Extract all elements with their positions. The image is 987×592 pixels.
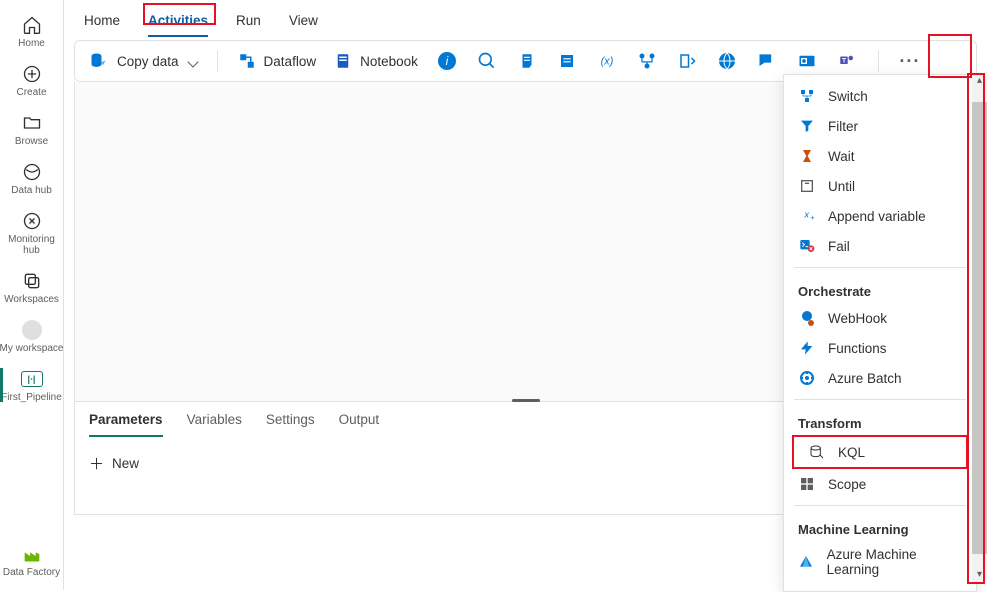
svg-text:(x): (x): [601, 55, 614, 67]
switch-icon: [798, 87, 816, 105]
menu-home[interactable]: Home: [84, 7, 120, 36]
nav-pipeline[interactable]: |⋅| First_Pipeline: [0, 362, 64, 411]
info-icon[interactable]: i: [436, 50, 458, 72]
web-icon[interactable]: [716, 50, 738, 72]
outlook-icon[interactable]: [796, 50, 818, 72]
plus-circle-icon: [21, 63, 43, 85]
dd-azure-batch[interactable]: Azure Batch: [784, 363, 976, 393]
scroll-thumb[interactable]: [972, 102, 987, 554]
tab-parameters[interactable]: Parameters: [89, 412, 163, 437]
nav-factory[interactable]: Data Factory: [0, 539, 64, 590]
lookup-icon[interactable]: [476, 50, 498, 72]
teams-channel-icon[interactable]: [756, 50, 778, 72]
script-icon[interactable]: [516, 50, 538, 72]
left-nav: Home Create Browse Data hub Monitoring h…: [0, 0, 64, 590]
dd-azure-ml[interactable]: Azure Machine Learning: [784, 541, 976, 583]
dd-head-transform: Transform: [784, 406, 976, 435]
hourglass-icon: [798, 147, 816, 165]
notebook-button[interactable]: Notebook: [334, 52, 418, 70]
tab-variables[interactable]: Variables: [187, 412, 242, 437]
kql-icon: [808, 443, 826, 461]
scroll-up-arrow[interactable]: ▴: [977, 74, 982, 88]
dd-head-ml: Machine Learning: [784, 512, 976, 541]
new-parameter-label: New: [112, 456, 139, 471]
until-icon: [798, 177, 816, 195]
dataflow-label: Dataflow: [264, 54, 317, 69]
sproc-icon[interactable]: [556, 50, 578, 72]
dd-functions[interactable]: Functions: [784, 333, 976, 363]
nav-home-label: Home: [18, 38, 45, 49]
dd-wait[interactable]: Wait: [784, 141, 976, 171]
menu-activities[interactable]: Activities: [148, 7, 208, 36]
nav-datahub[interactable]: Data hub: [0, 155, 64, 204]
dd-fail[interactable]: Fail: [784, 231, 976, 261]
nav-pipeline-label: First_Pipeline: [1, 392, 62, 403]
dd-webhook[interactable]: WebHook: [784, 303, 976, 333]
dd-switch[interactable]: Switch: [784, 81, 976, 111]
data-factory-icon: [21, 545, 43, 567]
home-icon: [21, 14, 43, 36]
dataflow-button[interactable]: Dataflow: [238, 52, 317, 70]
workspaces-icon: [21, 270, 43, 292]
svg-text:i: i: [446, 54, 449, 68]
teams-icon[interactable]: T: [836, 50, 858, 72]
nav-monitoring-label: Monitoring hub: [0, 234, 64, 256]
delete-data-icon[interactable]: [676, 50, 698, 72]
set-variable-icon[interactable]: (x): [596, 50, 618, 72]
menubar: Home Activities Run View: [64, 0, 987, 36]
filter-icon: [798, 117, 816, 135]
nav-monitoring[interactable]: Monitoring hub: [0, 204, 64, 264]
nav-browse-label: Browse: [15, 136, 48, 147]
append-variable-icon: x+: [798, 207, 816, 225]
svg-text:x: x: [803, 209, 809, 219]
fail-icon: [798, 237, 816, 255]
invoke-pipeline-icon[interactable]: [636, 50, 658, 72]
nav-browse[interactable]: Browse: [0, 106, 64, 155]
onelake-icon: [21, 161, 43, 183]
scroll-down-arrow[interactable]: ▾: [977, 568, 982, 582]
notebook-icon: [334, 52, 352, 70]
svg-text:+: +: [810, 213, 814, 222]
menu-run[interactable]: Run: [236, 7, 261, 36]
monitor-icon: [21, 210, 43, 232]
dd-append-variable[interactable]: x+Append variable: [784, 201, 976, 231]
azure-batch-icon: [798, 369, 816, 387]
dataflow-icon: [238, 52, 256, 70]
webhook-icon: [798, 309, 816, 327]
activities-more-dropdown: Switch Filter Wait Until x+Append variab…: [783, 74, 977, 592]
dd-until[interactable]: Until: [784, 171, 976, 201]
copy-data-label: Copy data: [117, 54, 179, 69]
nav-factory-label: Data Factory: [3, 567, 60, 578]
copy-data-button[interactable]: Copy data: [89, 51, 197, 71]
dd-kql[interactable]: KQL: [792, 435, 968, 469]
dd-head-orchestrate: Orchestrate: [784, 274, 976, 303]
resize-handle[interactable]: [512, 399, 540, 402]
nav-workspaces-label: Workspaces: [4, 294, 59, 305]
nav-datahub-label: Data hub: [11, 185, 52, 196]
nav-workspaces[interactable]: Workspaces: [0, 264, 64, 313]
functions-icon: [798, 339, 816, 357]
more-activities-button[interactable]: ···: [899, 50, 921, 72]
folder-icon: [21, 112, 43, 134]
avatar-icon: [21, 319, 43, 341]
chevron-down-icon: [187, 54, 197, 69]
nav-create[interactable]: Create: [0, 57, 64, 106]
vertical-scrollbar[interactable]: ▴ ▾: [972, 74, 987, 582]
menu-view[interactable]: View: [289, 7, 318, 36]
tab-settings[interactable]: Settings: [266, 412, 315, 437]
dd-filter[interactable]: Filter: [784, 111, 976, 141]
nav-myworkspace[interactable]: My workspace: [0, 313, 64, 362]
dd-scope[interactable]: Scope: [784, 469, 976, 499]
copy-data-icon: [89, 51, 109, 71]
pipeline-icon: |⋅|: [21, 368, 43, 390]
plus-icon: ＋: [89, 453, 104, 474]
scope-icon: [798, 475, 816, 493]
azure-ml-icon: [798, 553, 815, 571]
nav-create-label: Create: [16, 87, 46, 98]
tab-output[interactable]: Output: [339, 412, 380, 437]
notebook-label: Notebook: [360, 54, 418, 69]
nav-myworkspace-label: My workspace: [0, 343, 63, 354]
nav-home[interactable]: Home: [0, 8, 64, 57]
